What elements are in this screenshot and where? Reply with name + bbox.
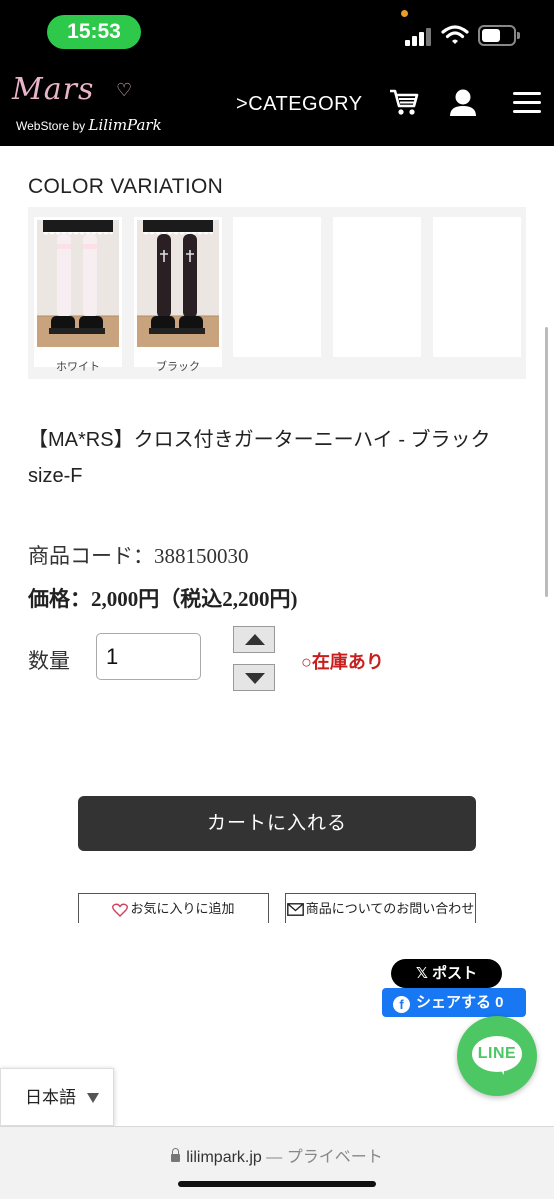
color-swatch-black[interactable]: ブラック [134, 217, 222, 373]
arrow-up-icon [245, 634, 265, 645]
logo-sub-text: WebStore by LilimPark [16, 116, 162, 134]
arrow-down-icon [245, 673, 265, 684]
product-code: 商品コード：388150030 [28, 544, 249, 568]
empty-swatch [433, 217, 521, 357]
logo-main-text: Mars [12, 72, 95, 107]
swatch-white-image [37, 220, 119, 347]
add-to-cart-button[interactable]: カートに入れる [78, 796, 476, 851]
status-bar: 15:53 [0, 0, 554, 62]
inquiry-label: 商品についてのお問い合わせ [305, 901, 475, 916]
lock-icon [171, 1148, 181, 1162]
heart-icon [112, 903, 129, 917]
mail-icon [286, 903, 304, 916]
home-indicator[interactable] [178, 1181, 376, 1187]
line-label: LINE [477, 1045, 517, 1062]
logo-heart-icon: ♡ [116, 80, 133, 100]
swatch-caption: ブラック [156, 360, 200, 373]
language-selector[interactable]: 日本語 [0, 1068, 114, 1126]
x-post-label: ポスト [432, 965, 478, 982]
quantity-increment-button[interactable] [233, 626, 275, 653]
swatch-black-image [137, 220, 219, 347]
empty-swatch [233, 217, 321, 357]
swatch-caption: ホワイト [56, 360, 100, 373]
language-label: 日本語 [25, 1088, 76, 1107]
quantity-label: 数量 [28, 649, 70, 673]
stock-status: ○在庫あり [301, 652, 384, 672]
line-button[interactable]: LINE [457, 1016, 537, 1096]
product-title: 【MA*RS】クロス付きガーターニーハイ - ブラック size-F [28, 429, 491, 487]
color-variation-panel: ホワイト ブラック [28, 207, 526, 379]
private-mode-label: — プライベート [266, 1149, 383, 1166]
quantity-input[interactable] [96, 633, 201, 680]
facebook-icon: f [393, 996, 410, 1013]
dropdown-arrow-icon [87, 1093, 99, 1103]
empty-swatch [333, 217, 421, 357]
category-label: CATEGORY [248, 93, 363, 115]
favorite-label: お気に入りに追加 [130, 901, 235, 916]
chevron-right-icon: > [236, 93, 249, 115]
color-swatch-white[interactable]: ホワイト [34, 217, 122, 373]
x-post-button[interactable]: 𝕏 ポスト [391, 959, 502, 988]
privacy-indicator-dot [401, 10, 408, 17]
site-logo[interactable]: Mars ♡ WebStore by LilimPark [12, 72, 162, 138]
category-link[interactable]: >CATEGORY [236, 93, 363, 116]
product-price: 価格：2,000円（税込2,200円) [28, 587, 298, 611]
facebook-share-label: シェアする 0 [416, 994, 504, 1011]
address-bar[interactable]: lilimpark.jp — プライベート [0, 1143, 554, 1167]
color-variation-title: COLOR VARIATION [28, 175, 224, 198]
site-header: Mars ♡ WebStore by LilimPark >CATEGORY [0, 62, 554, 146]
browser-bottom-bar: lilimpark.jp — プライベート [0, 1126, 554, 1199]
status-time: 15:53 [47, 15, 141, 49]
product-inquiry-button[interactable]: 商品についてのお問い合わせ [285, 893, 476, 923]
user-icon[interactable] [449, 88, 477, 118]
battery-icon [478, 25, 520, 46]
url-domain: lilimpark.jp [186, 1149, 262, 1166]
quantity-decrement-button[interactable] [233, 664, 275, 691]
facebook-share-button[interactable]: f シェアする 0 [382, 988, 526, 1017]
add-to-favorites-button[interactable]: お気に入りに追加 [78, 893, 269, 923]
scrollbar[interactable] [545, 327, 548, 597]
cart-icon[interactable] [389, 87, 419, 117]
cellular-signal-icon [405, 26, 433, 46]
wifi-icon [441, 25, 469, 44]
menu-icon[interactable] [513, 92, 541, 114]
x-logo-icon: 𝕏 [415, 965, 428, 982]
